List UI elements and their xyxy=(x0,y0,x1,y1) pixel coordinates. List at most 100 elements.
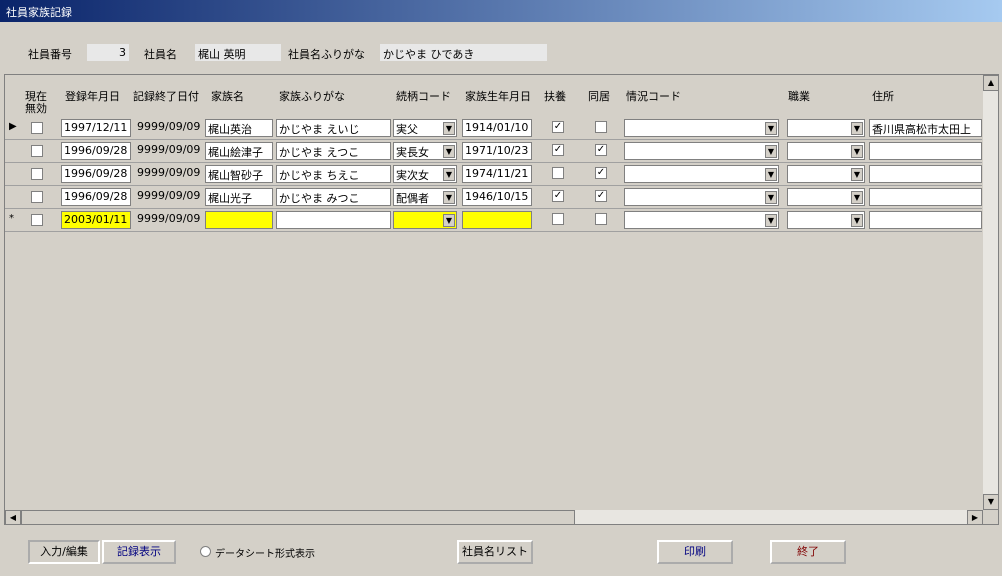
dokyo-checkbox[interactable]: ✓ xyxy=(595,190,607,202)
fuyo-checkbox[interactable]: ✓ xyxy=(552,144,564,156)
table-row[interactable]: 1996/09/28 9999/09/09 梶山智砂子 かじやま ちえこ 実次女… xyxy=(5,163,982,186)
birth-date-field[interactable] xyxy=(462,211,532,229)
family-name-field[interactable]: 梶山光子 xyxy=(205,188,273,206)
address-field[interactable]: 香川県高松市太田上 xyxy=(869,119,982,137)
status-select[interactable]: ▼ xyxy=(624,165,779,183)
chevron-down-icon[interactable]: ▼ xyxy=(443,168,455,181)
family-name-field[interactable]: 梶山英治 xyxy=(205,119,273,137)
address-field[interactable] xyxy=(869,142,982,160)
input-edit-button[interactable]: 入力/編集 xyxy=(28,540,100,564)
address-field[interactable] xyxy=(869,188,982,206)
job-select[interactable]: ▼ xyxy=(787,142,865,160)
datasheet-radio[interactable] xyxy=(200,546,211,557)
current-invalid-checkbox[interactable] xyxy=(31,214,43,226)
status-select[interactable]: ▼ xyxy=(624,119,779,137)
job-select[interactable]: ▼ xyxy=(787,188,865,206)
table-row[interactable]: 1996/09/28 9999/09/09 梶山絵津子 かじやま えつこ 実長女… xyxy=(5,140,982,163)
new-row-asterisk-icon: * xyxy=(9,213,14,224)
family-kana-field[interactable]: かじやま みつこ xyxy=(276,188,391,206)
birth-date-field[interactable]: 1971/10/23 xyxy=(462,142,532,160)
col-header-relation: 続柄コード xyxy=(396,90,451,103)
reg-date-field[interactable]: 2003/01/11 xyxy=(61,211,131,229)
current-invalid-checkbox[interactable] xyxy=(31,191,43,203)
chevron-down-icon[interactable]: ▼ xyxy=(443,145,455,158)
current-invalid-checkbox[interactable] xyxy=(31,168,43,180)
reg-date-field[interactable]: 1996/09/28 xyxy=(61,188,131,206)
family-kana-field[interactable]: かじやま ちえこ xyxy=(276,165,391,183)
relation-select[interactable]: 実次女 ▼ xyxy=(393,165,457,183)
chevron-down-icon[interactable]: ▼ xyxy=(851,214,863,227)
chevron-down-icon[interactable]: ▼ xyxy=(765,122,777,135)
horizontal-scrollbar[interactable]: ◀ ▶ xyxy=(5,510,983,524)
chevron-down-icon[interactable]: ▼ xyxy=(765,168,777,181)
scroll-up-icon[interactable]: ▲ xyxy=(983,75,998,91)
chevron-down-icon[interactable]: ▼ xyxy=(443,191,455,204)
chevron-down-icon[interactable]: ▼ xyxy=(765,214,777,227)
new-record-row[interactable]: * 2003/01/11 9999/09/09 ▼ ▼ ▼ xyxy=(5,209,982,232)
chevron-down-icon[interactable]: ▼ xyxy=(765,145,777,158)
footer-bar: 入力/編集 記録表示 データシート形式表示 社員名リスト 印刷 終了 xyxy=(0,528,1002,576)
fuyo-checkbox[interactable]: ✓ xyxy=(552,121,564,133)
chevron-down-icon[interactable]: ▼ xyxy=(851,168,863,181)
relation-select[interactable]: ▼ xyxy=(393,211,457,229)
scroll-left-icon[interactable]: ◀ xyxy=(5,510,21,524)
emp-no-value: 3 xyxy=(87,44,129,61)
relation-select[interactable]: 配偶者 ▼ xyxy=(393,188,457,206)
emp-list-button[interactable]: 社員名リスト xyxy=(457,540,533,564)
status-select[interactable]: ▼ xyxy=(624,142,779,160)
col-header-reg-date: 登録年月日 xyxy=(65,90,120,103)
relation-select[interactable]: 実長女 ▼ xyxy=(393,142,457,160)
scroll-right-icon[interactable]: ▶ xyxy=(967,510,983,524)
chevron-down-icon[interactable]: ▼ xyxy=(851,191,863,204)
end-date-field: 9999/09/09 xyxy=(137,120,201,133)
family-name-field[interactable] xyxy=(205,211,273,229)
chevron-down-icon[interactable]: ▼ xyxy=(443,122,455,135)
emp-name-value: 梶山 英明 xyxy=(195,44,281,61)
status-select[interactable]: ▼ xyxy=(624,211,779,229)
address-field[interactable] xyxy=(869,165,982,183)
family-datasheet: 現在 無効 登録年月日 記録終了日付 家族名 家族ふりがな 続柄コード 家族生年月… xyxy=(4,74,999,525)
reg-date-field[interactable]: 1997/12/11 xyxy=(61,119,131,137)
exit-button[interactable]: 終了 xyxy=(770,540,846,564)
fuyo-checkbox[interactable]: ✓ xyxy=(552,190,564,202)
chevron-down-icon[interactable]: ▼ xyxy=(765,191,777,204)
current-invalid-checkbox[interactable] xyxy=(31,122,43,134)
job-select[interactable]: ▼ xyxy=(787,165,865,183)
chevron-down-icon[interactable]: ▼ xyxy=(851,122,863,135)
emp-no-label: 社員番号 xyxy=(28,48,72,61)
family-name-field[interactable]: 梶山絵津子 xyxy=(205,142,273,160)
scroll-down-icon[interactable]: ▼ xyxy=(983,494,998,510)
col-header-family-kana: 家族ふりがな xyxy=(279,90,345,103)
table-row[interactable]: ▶ 1997/12/11 9999/09/09 梶山英治 かじやま えいじ 実父… xyxy=(5,117,982,140)
family-name-field[interactable]: 梶山智砂子 xyxy=(205,165,273,183)
dokyo-checkbox[interactable] xyxy=(595,121,607,133)
fuyo-checkbox[interactable] xyxy=(552,167,564,179)
reg-date-field[interactable]: 1996/09/28 xyxy=(61,165,131,183)
family-kana-field[interactable] xyxy=(276,211,391,229)
dokyo-checkbox[interactable] xyxy=(595,213,607,225)
dokyo-checkbox[interactable]: ✓ xyxy=(595,167,607,179)
col-header-status: 情況コード xyxy=(626,90,681,103)
chevron-down-icon[interactable]: ▼ xyxy=(851,145,863,158)
employee-header: 社員番号 3 社員名 梶山 英明 社員名ふりがな かじやま ひであき xyxy=(0,22,1002,72)
print-button[interactable]: 印刷 xyxy=(657,540,733,564)
reg-date-field[interactable]: 1996/09/28 xyxy=(61,142,131,160)
address-field[interactable] xyxy=(869,211,982,229)
status-select[interactable]: ▼ xyxy=(624,188,779,206)
fuyo-checkbox[interactable] xyxy=(552,213,564,225)
job-select[interactable]: ▼ xyxy=(787,119,865,137)
table-row[interactable]: 1996/09/28 9999/09/09 梶山光子 かじやま みつこ 配偶者 ▼… xyxy=(5,186,982,209)
birth-date-field[interactable]: 1946/10/15 xyxy=(462,188,532,206)
dokyo-checkbox[interactable]: ✓ xyxy=(595,144,607,156)
family-kana-field[interactable]: かじやま えいじ xyxy=(276,119,391,137)
relation-select[interactable]: 実父 ▼ xyxy=(393,119,457,137)
job-select[interactable]: ▼ xyxy=(787,211,865,229)
chevron-down-icon[interactable]: ▼ xyxy=(443,214,455,227)
vertical-scrollbar[interactable]: ▲ ▼ xyxy=(983,75,998,510)
birth-date-field[interactable]: 1914/01/10 xyxy=(462,119,532,137)
horizontal-scroll-thumb[interactable] xyxy=(21,510,575,524)
birth-date-field[interactable]: 1974/11/21 xyxy=(462,165,532,183)
record-view-button[interactable]: 記録表示 xyxy=(102,540,176,564)
current-invalid-checkbox[interactable] xyxy=(31,145,43,157)
family-kana-field[interactable]: かじやま えつこ xyxy=(276,142,391,160)
